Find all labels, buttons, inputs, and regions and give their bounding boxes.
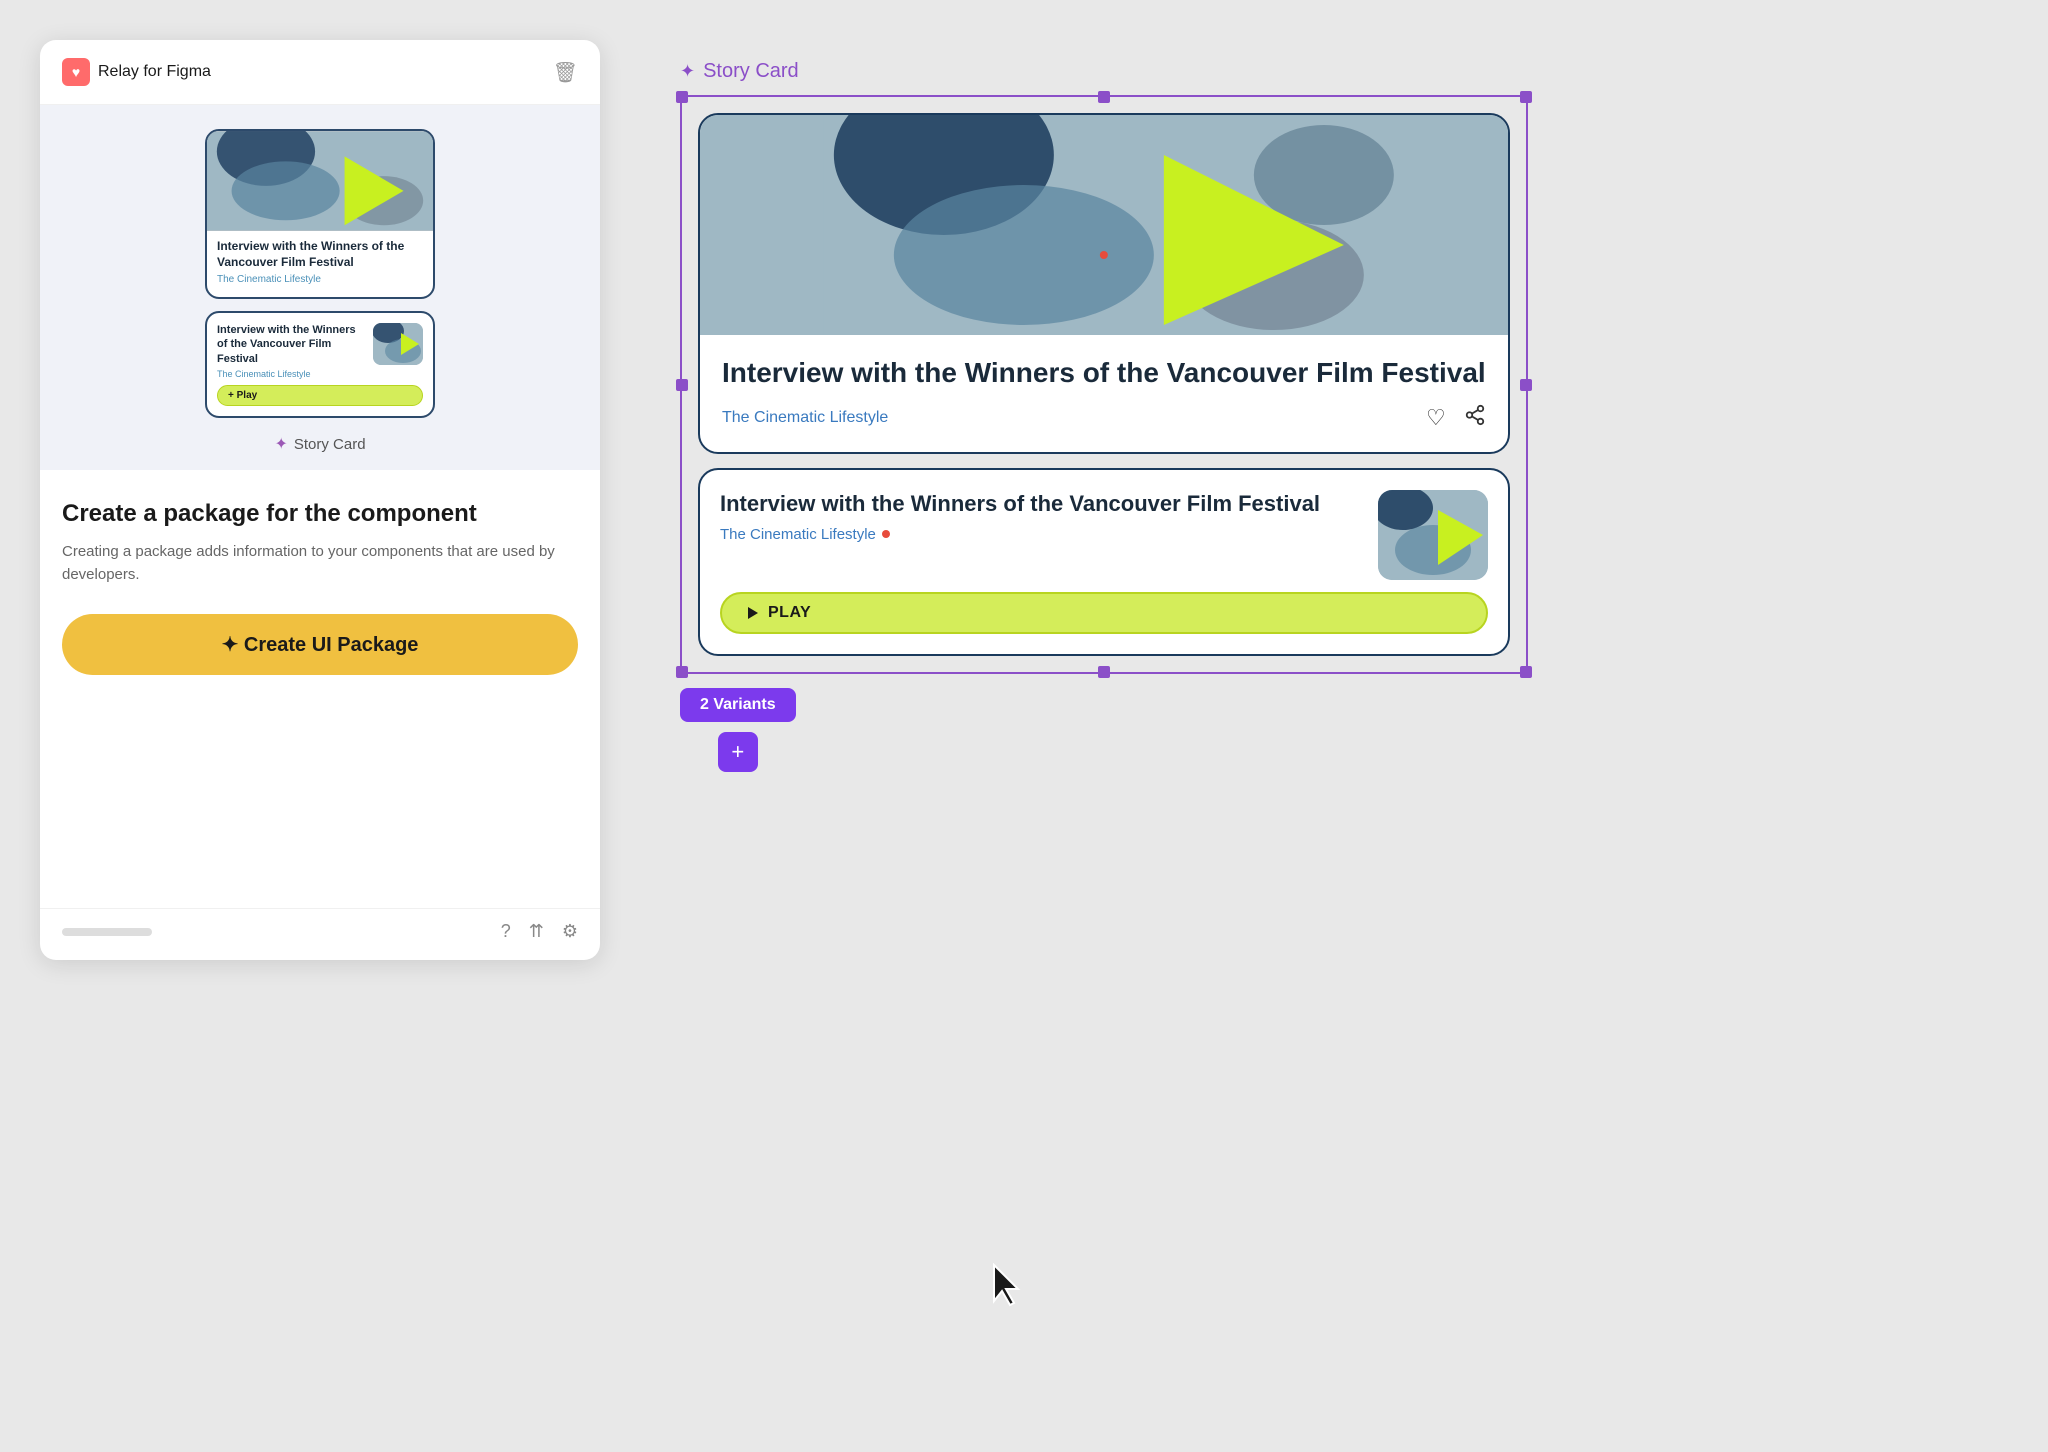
app-title: Relay for Figma bbox=[98, 63, 211, 81]
cursor bbox=[990, 1263, 1026, 1312]
left-content: Create a package for the component Creat… bbox=[40, 470, 600, 908]
handle-tl bbox=[676, 91, 688, 103]
big-card-title: Interview with the Winners of the Vancou… bbox=[722, 355, 1486, 390]
horiz-card: Interview with the Winners of the Vancou… bbox=[698, 468, 1510, 656]
play-btn-small[interactable]: + Play bbox=[217, 385, 423, 406]
heart-icon[interactable]: ♡ bbox=[1426, 405, 1446, 431]
big-card-footer: The Cinematic Lifestyle ♡ bbox=[722, 404, 1486, 432]
horiz-card-inner: Interview with the Winners of the Vancou… bbox=[720, 490, 1488, 580]
left-panel: ♥ Relay for Figma 🗑 Interview with the W… bbox=[40, 40, 600, 960]
story-card-label: ✦ Story Card bbox=[680, 60, 799, 83]
card-image-large bbox=[207, 131, 433, 231]
add-variant-button[interactable]: + bbox=[718, 732, 758, 772]
horiz-thumb bbox=[373, 323, 423, 365]
handle-bm bbox=[1098, 666, 1110, 678]
story-card-label-text: Story Card bbox=[703, 60, 799, 83]
story-card-diamond-icon: ✦ bbox=[680, 61, 695, 82]
create-heading: Create a package for the component bbox=[62, 498, 578, 529]
handle-bl bbox=[676, 666, 688, 678]
big-card: Interview with the Winners of the Vancou… bbox=[698, 113, 1510, 454]
card-preview-large: Interview with the Winners of the Vancou… bbox=[205, 129, 435, 299]
preview-area: Interview with the Winners of the Vancou… bbox=[40, 105, 600, 470]
help-icon[interactable]: ? bbox=[501, 921, 511, 942]
handle-tr bbox=[1520, 91, 1532, 103]
horiz-text: Interview with the Winners of the Vancou… bbox=[217, 323, 365, 379]
live-dot bbox=[882, 530, 890, 538]
card-title-horiz: Interview with the Winners of the Vancou… bbox=[217, 323, 365, 366]
main-frame: Interview with the Winners of the Vancou… bbox=[680, 95, 1528, 674]
component-label-text: Story Card bbox=[294, 436, 366, 453]
scrollbar bbox=[62, 928, 152, 936]
relay-logo: ♥ bbox=[62, 58, 90, 86]
card-title-large: Interview with the Winners of the Vancou… bbox=[217, 239, 423, 270]
component-label: ✦ Story Card bbox=[274, 434, 365, 454]
horiz-card-title: Interview with the Winners of the Vancou… bbox=[720, 490, 1364, 518]
big-card-body: Interview with the Winners of the Vancou… bbox=[700, 335, 1508, 452]
settings-icon[interactable]: ⚙ bbox=[562, 921, 578, 942]
handle-tm bbox=[1098, 91, 1110, 103]
left-header: ♥ Relay for Figma 🗑 bbox=[40, 40, 600, 105]
left-footer: ? ⇈ ⚙ bbox=[40, 908, 600, 960]
big-card-action-icons: ♡ bbox=[1426, 404, 1486, 432]
share-icon[interactable] bbox=[1464, 404, 1486, 432]
handle-mr bbox=[1520, 379, 1532, 391]
horiz-card-subtitle: The Cinematic Lifestyle bbox=[720, 526, 1364, 543]
variants-area: 2 Variants + bbox=[680, 688, 796, 772]
play-button[interactable]: PLAY bbox=[720, 592, 1488, 634]
big-card-image bbox=[700, 115, 1508, 335]
brand: ♥ Relay for Figma bbox=[62, 58, 211, 86]
handle-br bbox=[1520, 666, 1532, 678]
horiz-card-thumb bbox=[1378, 490, 1488, 580]
card-body-large: Interview with the Winners of the Vancou… bbox=[207, 231, 433, 285]
variants-badge: 2 Variants bbox=[680, 688, 796, 722]
share-icon[interactable]: ⇈ bbox=[529, 921, 544, 942]
card-sub-large: The Cinematic Lifestyle bbox=[217, 274, 423, 285]
create-ui-package-button[interactable]: ✦ Create UI Package bbox=[62, 614, 578, 675]
create-desc: Creating a package adds information to y… bbox=[62, 541, 578, 586]
big-card-subtitle: The Cinematic Lifestyle bbox=[722, 409, 888, 427]
trash-icon[interactable]: 🗑 bbox=[553, 60, 578, 85]
card-preview-horiz: Interview with the Winners of the Vancou… bbox=[205, 311, 435, 418]
diamond-icon: ✦ bbox=[274, 434, 287, 454]
horiz-top: Interview with the Winners of the Vancou… bbox=[217, 323, 423, 379]
handle-ml bbox=[676, 379, 688, 391]
footer-icons: ? ⇈ ⚙ bbox=[501, 921, 578, 942]
horiz-card-text: Interview with the Winners of the Vancou… bbox=[720, 490, 1364, 543]
card-sub-horiz: The Cinematic Lifestyle bbox=[217, 369, 365, 379]
right-area: ✦ Story Card bbox=[600, 0, 2048, 1452]
